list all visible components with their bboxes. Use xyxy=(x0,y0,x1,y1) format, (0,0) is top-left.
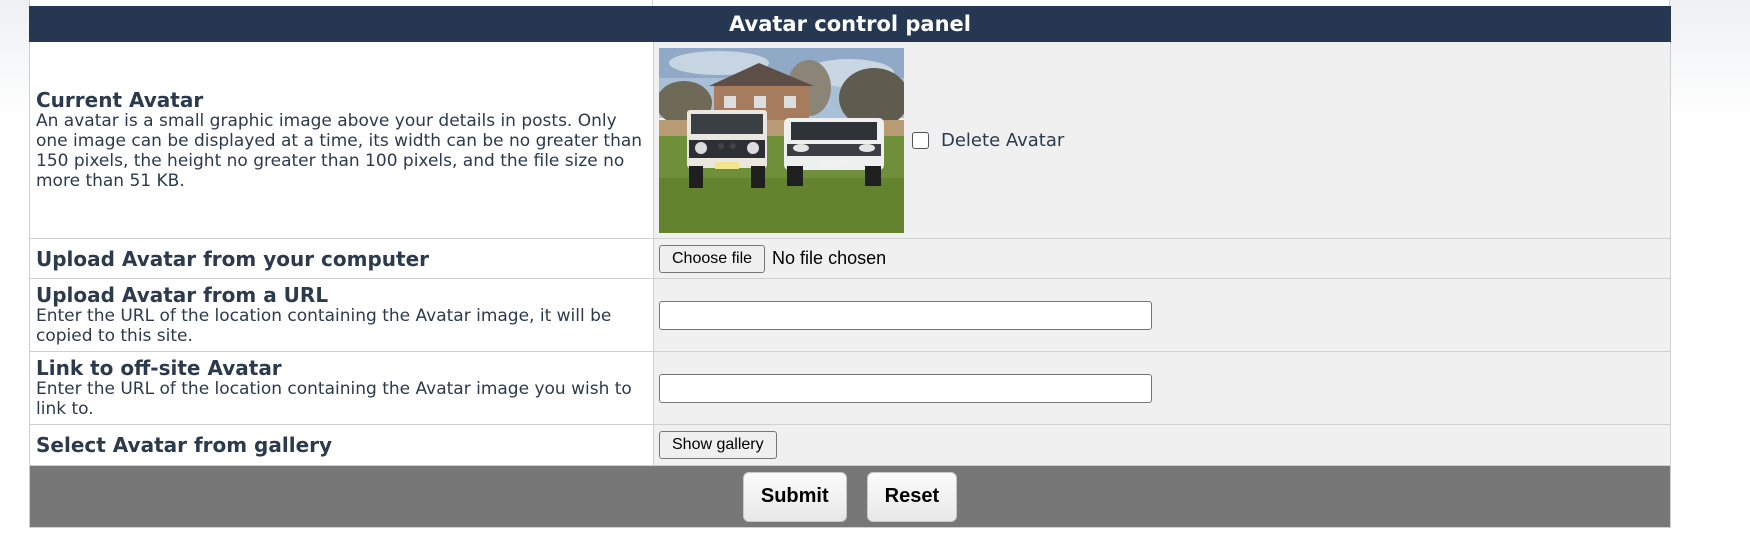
choose-file-button[interactable]: Choose file xyxy=(659,244,766,273)
upload-url-row: Upload Avatar from a URL Enter the URL o… xyxy=(29,278,1671,352)
current-avatar-label-cell: Current Avatar An avatar is a small grap… xyxy=(29,41,654,239)
offsite-link-description: Enter the URL of the location containing… xyxy=(36,379,632,419)
upload-computer-label-cell: Upload Avatar from your computer xyxy=(29,238,654,279)
upload-computer-value-cell: Choose file No file chosen xyxy=(653,238,1671,279)
current-avatar-value-cell: Delete Avatar xyxy=(653,41,1671,239)
upload-url-title: Upload Avatar from a URL xyxy=(36,283,329,307)
offsite-link-row: Link to off-site Avatar Enter the URL of… xyxy=(29,351,1671,425)
offsite-link-title: Link to off-site Avatar xyxy=(36,356,282,380)
file-status-text: No file chosen xyxy=(772,248,887,268)
upload-url-label-cell: Upload Avatar from a URL Enter the URL o… xyxy=(29,278,654,352)
panel-title: Avatar control panel xyxy=(29,6,1671,42)
upload-url-description: Enter the URL of the location containing… xyxy=(36,306,612,346)
upload-computer-title: Upload Avatar from your computer xyxy=(36,246,430,271)
offsite-link-label-cell: Link to off-site Avatar Enter the URL of… xyxy=(29,351,654,425)
avatar-control-panel: Avatar control panel Current Avatar An a… xyxy=(29,6,1671,528)
offsite-link-value-cell xyxy=(653,351,1671,425)
delete-avatar-checkbox[interactable] xyxy=(912,131,929,149)
footer-row: Submit Reset xyxy=(29,465,1671,528)
gallery-row: Select Avatar from gallery Show gallery xyxy=(29,424,1671,466)
current-avatar-description: An avatar is a small graphic image above… xyxy=(36,111,643,191)
offsite-link-input[interactable] xyxy=(659,373,1152,403)
upload-computer-row: Upload Avatar from your computer Choose … xyxy=(29,238,1671,279)
submit-button[interactable]: Submit xyxy=(742,471,847,522)
upload-url-value-cell xyxy=(653,278,1671,352)
footer-bar: Submit Reset xyxy=(29,465,1671,528)
delete-avatar-label: Delete Avatar xyxy=(941,129,1065,151)
current-avatar-row: Current Avatar An avatar is a small grap… xyxy=(29,41,1671,239)
gallery-label-cell: Select Avatar from gallery xyxy=(29,424,654,466)
show-gallery-button[interactable]: Show gallery xyxy=(659,431,777,459)
gallery-title: Select Avatar from gallery xyxy=(36,433,333,457)
avatar-image xyxy=(659,47,904,233)
gallery-value-cell: Show gallery xyxy=(653,424,1671,466)
reset-button[interactable]: Reset xyxy=(866,471,958,522)
upload-url-input[interactable] xyxy=(659,300,1152,330)
current-avatar-title: Current Avatar xyxy=(36,88,204,112)
